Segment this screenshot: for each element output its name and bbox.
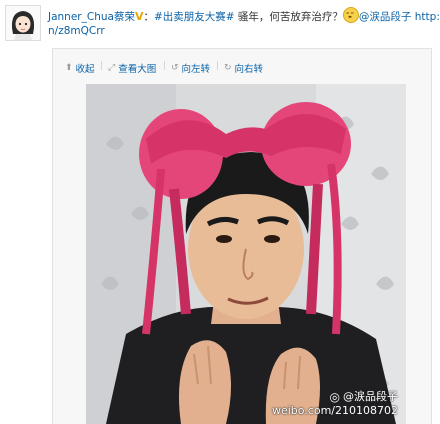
rotate-right-icon: ↻	[224, 63, 232, 73]
short-url-link-continued[interactable]: n/z8mQCrr	[48, 25, 105, 37]
photo-watermark: ◎ @涙品段子 weibo.com/210108702	[272, 390, 398, 418]
photo-illustration	[86, 84, 406, 424]
post-text: Janner_Chua蔡荣V：#出卖朋友大赛# 骚年，何苦放弃治疗？ @涙品段子 …	[48, 7, 440, 25]
rotate-right-button[interactable]: ↻ 向右转	[224, 61, 263, 75]
username-link[interactable]: Janner_Chua蔡荣	[48, 11, 135, 23]
zoom-icon: ⤢	[108, 63, 116, 73]
rotate-left-icon: ↺	[171, 63, 179, 73]
divider: |	[216, 61, 220, 71]
colon: ：	[143, 11, 154, 23]
view-large-button[interactable]: ⤢ 查看大图	[108, 61, 156, 75]
watermark-url: weibo.com/210108702	[271, 404, 398, 417]
media-toolbar: ⬆ 收起 | ⤢ 查看大图 | ↺ 向左转 | ↻ 向右转	[53, 49, 431, 83]
media-container: ⬆ 收起 | ⤢ 查看大图 | ↺ 向左转 | ↻ 向右转 ◎ @涙品段子 we…	[52, 48, 432, 424]
sleepy-face-icon	[342, 7, 359, 23]
watermark-handle: @涙品段子	[343, 390, 398, 403]
weibo-logo-icon: ◎	[329, 390, 340, 404]
divider: |	[163, 61, 167, 71]
user-avatar[interactable]	[5, 5, 41, 41]
view-large-label: 查看大图	[118, 64, 157, 75]
short-url-link[interactable]: http://t.c	[411, 11, 440, 23]
collapse-label: 收起	[75, 64, 95, 75]
mention-link[interactable]: @涙品段子	[359, 11, 412, 23]
post-body-text: 骚年，何苦放弃治疗？	[234, 11, 343, 23]
hashtag-link[interactable]: #出卖朋友大赛#	[154, 11, 235, 23]
rotate-left-button[interactable]: ↺ 向左转	[171, 61, 210, 75]
rotate-right-label: 向右转	[234, 64, 264, 75]
rotate-left-label: 向左转	[181, 64, 211, 75]
collapse-button[interactable]: ⬆ 收起	[65, 61, 95, 75]
arrow-up-icon: ⬆	[65, 63, 73, 73]
post-photo[interactable]: ◎ @涙品段子 weibo.com/210108702	[86, 84, 406, 424]
divider: |	[100, 61, 104, 71]
